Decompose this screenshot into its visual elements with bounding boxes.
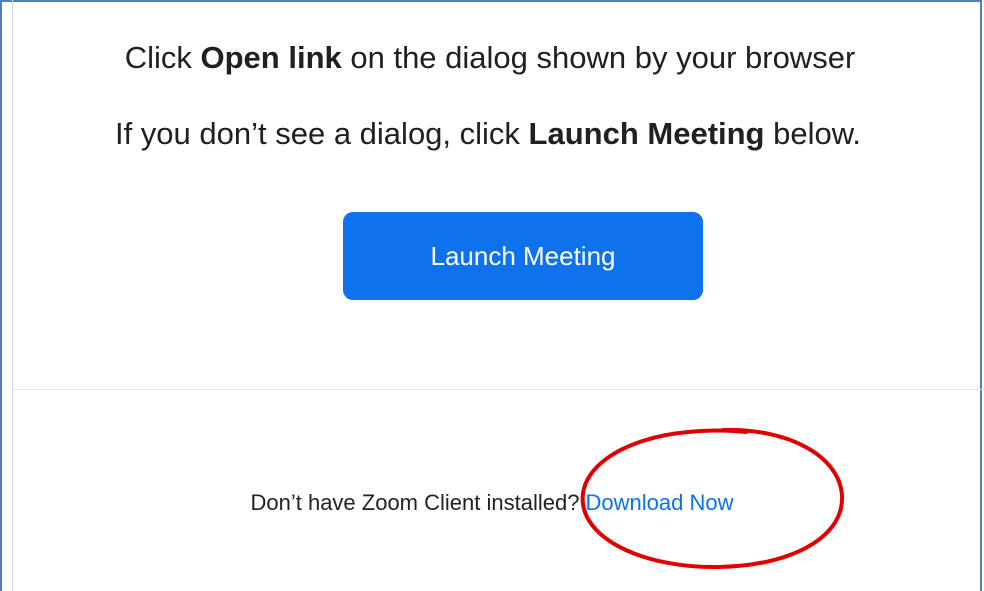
launch-meeting-button[interactable]: Launch Meeting — [343, 212, 703, 300]
instruction-open-link: Click Open link on the dialog shown by y… — [0, 40, 982, 76]
open-link-emphasis: Open link — [200, 40, 342, 75]
instruction-text: Click — [124, 40, 201, 75]
instruction-text: on the dialog shown by your browser — [341, 40, 856, 75]
download-now-link[interactable]: Download Now — [586, 490, 734, 515]
download-prompt: Don’t have Zoom Client installed? Downlo… — [0, 490, 984, 516]
instruction-launch-meeting: If you don’t see a dialog, click Launch … — [0, 116, 980, 152]
download-question: Don’t have Zoom Client installed? — [250, 490, 586, 515]
section-divider — [12, 389, 984, 390]
launch-meeting-emphasis: Launch Meeting — [528, 116, 765, 151]
instruction-text: If you don’t see a dialog, click — [114, 116, 529, 151]
instruction-text: below. — [764, 116, 862, 151]
